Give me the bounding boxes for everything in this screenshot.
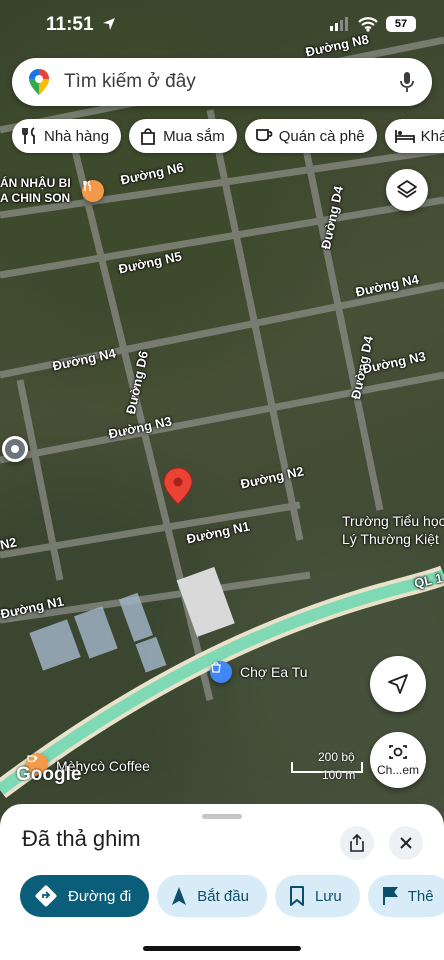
dropped-pin (163, 467, 193, 505)
poi-school-label[interactable]: Trường Tiểu học Lý Thường Kiệt (342, 512, 444, 548)
restaurant-icon (22, 127, 35, 144)
action-buttons: Đường đi Bắt đầu Lưu Thê (20, 875, 444, 917)
navigation-arrow-icon (172, 887, 187, 905)
chip-restaurants[interactable]: Nhà hàng (12, 119, 122, 153)
lens-button[interactable]: Ch...em (370, 732, 426, 788)
wifi-icon (358, 16, 378, 32)
sheet-title: Đã thả ghim (22, 826, 141, 851)
save-button[interactable]: Lưu (274, 875, 360, 917)
bookmark-icon (289, 886, 304, 906)
start-button[interactable]: Bắt đầu (157, 875, 267, 917)
sheet-drag-handle[interactable] (202, 814, 242, 819)
chip-label: Khá (420, 127, 444, 145)
poi-market-label[interactable]: Chợ Ea Tu (240, 664, 308, 680)
category-chips: Nhà hàng Mua sắm Quán cà phê Khá (12, 119, 444, 153)
chip-hotels[interactable]: Khá (384, 119, 444, 153)
layers-button[interactable] (386, 169, 428, 211)
status-time: 11:51 (46, 14, 116, 36)
poi-restaurant-label[interactable]: ÁN NHẬU BI A CHIN SON (0, 176, 71, 206)
search-input[interactable]: Tìm kiếm ở đây (64, 71, 400, 93)
navigation-arrow-icon (388, 674, 408, 694)
location-arrow-icon (102, 18, 115, 30)
clock-text: 11:51 (46, 14, 94, 35)
status-bar: 11:51 57 (0, 0, 444, 52)
chip-label: Mua sắm (163, 127, 225, 145)
action-label: Lưu (314, 887, 342, 905)
location-marker-icon[interactable] (2, 436, 28, 462)
chip-shopping[interactable]: Mua sắm (129, 119, 237, 153)
layers-icon (397, 180, 417, 198)
share-button[interactable] (340, 826, 374, 860)
action-label: Đường đi (68, 887, 132, 905)
coffee-icon (255, 129, 273, 142)
shopping-bag-icon (141, 128, 155, 145)
chip-label: Quán cà phê (278, 127, 365, 145)
camera-lens-icon (389, 745, 407, 759)
battery-icon: 57 (386, 16, 416, 32)
directions-button[interactable]: Đường đi (20, 875, 150, 917)
scale-label-top: 200 bộ (318, 750, 355, 764)
scale-label-bottom: 100 m (322, 768, 356, 782)
google-maps-logo-icon (29, 69, 49, 95)
close-button[interactable] (389, 826, 423, 860)
microphone-icon[interactable] (400, 71, 414, 93)
lens-button-label: Ch...em (376, 763, 419, 777)
action-label: Bắt đầu (197, 887, 249, 905)
signal-icon (330, 17, 348, 31)
search-bar[interactable]: Tìm kiếm ở đây (12, 58, 432, 106)
shopping-poi-icon[interactable] (210, 661, 232, 683)
status-icons: 57 (330, 16, 416, 32)
flag-icon (382, 887, 398, 905)
close-icon (400, 837, 412, 849)
share-icon (350, 834, 364, 852)
google-logo: Google (16, 764, 82, 785)
label-button[interactable]: Thê (367, 875, 444, 917)
chip-label: Nhà hàng (44, 127, 110, 145)
home-indicator (143, 946, 301, 951)
chip-coffee[interactable]: Quán cà phê (244, 119, 377, 153)
restaurant-poi-icon[interactable] (82, 180, 104, 202)
hotel-bed-icon (394, 130, 415, 143)
my-location-button[interactable] (370, 656, 426, 712)
action-label: Thê (407, 887, 434, 905)
directions-icon (35, 885, 57, 907)
